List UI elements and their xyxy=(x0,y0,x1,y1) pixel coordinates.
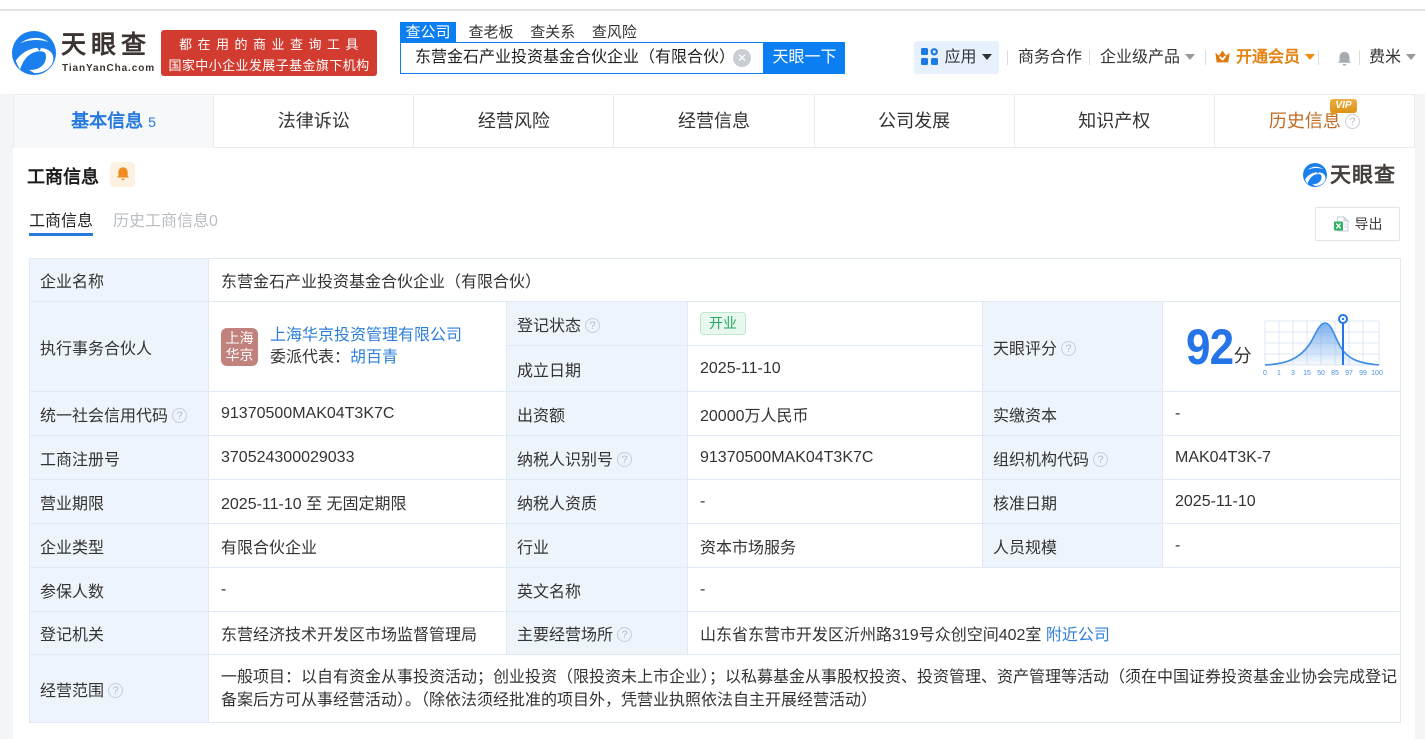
svg-text:3: 3 xyxy=(1291,370,1295,377)
svg-text:100: 100 xyxy=(1371,370,1383,377)
svg-text:1: 1 xyxy=(1277,370,1281,377)
svg-text:50: 50 xyxy=(1317,370,1325,377)
svg-text:85: 85 xyxy=(1331,370,1339,377)
svg-text:0: 0 xyxy=(1263,370,1267,377)
svg-text:99: 99 xyxy=(1359,370,1367,377)
svg-text:97: 97 xyxy=(1345,370,1353,377)
svg-text:15: 15 xyxy=(1303,370,1311,377)
